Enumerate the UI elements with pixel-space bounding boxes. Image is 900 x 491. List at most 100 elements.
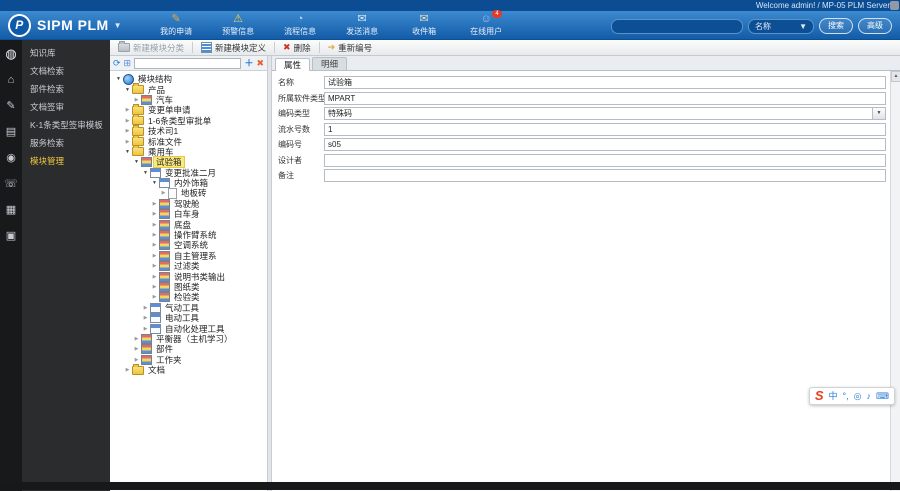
collapsed-arrow-icon[interactable]: ▶ <box>150 232 159 238</box>
collapsed-arrow-icon[interactable]: ▶ <box>150 201 159 207</box>
expanded-arrow-icon[interactable]: ▼ <box>114 76 123 82</box>
field-input[interactable]: s05 <box>324 138 886 151</box>
collapsed-arrow-icon[interactable]: ▶ <box>150 242 159 248</box>
tree-node[interactable]: ▶ 图纸类 <box>110 282 267 292</box>
scroll-up-icon[interactable]: ▲ <box>891 71 900 82</box>
header-tool-process-info[interactable]: ◔ 流程信息 <box>274 13 326 37</box>
field-input[interactable] <box>324 153 886 167</box>
collapse-all-icon[interactable]: ✖ <box>256 58 264 68</box>
collapsed-arrow-icon[interactable]: ▶ <box>141 305 150 311</box>
tree-node[interactable]: ▶ 说明书类输出 <box>110 271 267 282</box>
tree-node[interactable]: ▼ 内外饰箱 <box>110 178 267 189</box>
collapsed-arrow-icon[interactable]: ▶ <box>159 190 168 196</box>
tree-node[interactable]: ▶ 地板砖 <box>110 188 267 199</box>
search-scope-dropdown[interactable]: 名称 ▼ <box>748 18 814 34</box>
disc-icon[interactable]: ◉ <box>3 150 19 166</box>
collapsed-arrow-icon[interactable]: ▶ <box>132 346 141 352</box>
tree-search-input[interactable] <box>134 57 242 69</box>
header-tool-online-users[interactable]: ☺ 4 在线用户 <box>460 10 512 37</box>
tree-node[interactable]: ▶ 自主管理系 <box>110 250 267 261</box>
expanded-arrow-icon[interactable]: ▼ <box>150 180 159 186</box>
collapsed-arrow-icon[interactable]: ▶ <box>123 107 132 113</box>
window-control-button[interactable] <box>890 1 899 10</box>
refresh-icon[interactable]: ⟳ <box>113 58 121 68</box>
collapsed-arrow-icon[interactable]: ▶ <box>132 97 141 103</box>
renumber-button[interactable]: ➔ 重新编号 <box>324 41 377 54</box>
collapsed-arrow-icon[interactable]: ▶ <box>123 367 132 373</box>
collapsed-arrow-icon[interactable]: ▶ <box>123 128 132 134</box>
punctuation-icon[interactable]: °, <box>843 389 849 403</box>
sidebar-item[interactable]: K-1条类型签审模板 <box>22 117 110 133</box>
collapsed-arrow-icon[interactable]: ▶ <box>132 336 141 342</box>
sidebar-item[interactable]: 文档签审 <box>22 99 110 115</box>
collapsed-arrow-icon[interactable]: ▶ <box>150 222 159 228</box>
tree-node[interactable]: ▶ 平衡器（主机学习） <box>110 333 267 344</box>
keyboard-icon[interactable]: ⌨ <box>876 389 889 403</box>
collapsed-arrow-icon[interactable]: ▶ <box>132 357 141 363</box>
tree-node[interactable]: ▶ 检验类 <box>110 292 267 303</box>
vertical-scrollbar[interactable]: ▲ <box>890 71 900 491</box>
header-tool-alert-info[interactable]: ⚠ 预警信息 <box>212 13 264 37</box>
search-button[interactable]: 搜索 <box>819 18 853 34</box>
field-input[interactable]: 试验箱 <box>324 76 886 89</box>
collapsed-arrow-icon[interactable]: ▶ <box>150 284 159 290</box>
layers-icon[interactable]: ▤ <box>3 124 19 140</box>
tree-node[interactable]: ▶ 底盘 <box>110 219 267 230</box>
new-module-definition-button[interactable]: 新建模块定义 <box>197 41 270 54</box>
collapsed-arrow-icon[interactable]: ▶ <box>123 139 132 145</box>
collapsed-arrow-icon[interactable]: ▶ <box>123 118 132 124</box>
expand-all-icon[interactable]: ＋ <box>244 58 253 68</box>
collapsed-arrow-icon[interactable]: ▶ <box>150 211 159 217</box>
chinese-mode-icon[interactable]: 中 <box>829 389 838 403</box>
sidebar-item[interactable]: 部件检索 <box>22 81 110 97</box>
field-input[interactable]: MPART <box>324 91 886 105</box>
global-search-input[interactable] <box>611 18 743 34</box>
edit-icon[interactable]: ✎ <box>3 98 19 114</box>
tab-明细[interactable]: 明细 <box>312 57 348 70</box>
sogou-logo-icon[interactable]: S <box>815 389 824 403</box>
tree-node[interactable]: ▶ 电动工具 <box>110 313 267 324</box>
home-icon[interactable]: ⌂ <box>3 72 19 88</box>
collapsed-arrow-icon[interactable]: ▶ <box>150 253 159 259</box>
monitor-icon[interactable]: ▣ <box>3 228 19 244</box>
field-select[interactable]: 特殊码 ▼ <box>324 107 886 120</box>
tree-node[interactable]: ▶ 气动工具 <box>110 302 267 313</box>
collapsed-arrow-icon[interactable]: ▶ <box>141 315 150 321</box>
expanded-arrow-icon[interactable]: ▼ <box>132 159 141 165</box>
collapsed-arrow-icon[interactable]: ▶ <box>150 274 159 280</box>
sidebar-item[interactable]: 知识库 <box>22 45 110 61</box>
expanded-arrow-icon[interactable]: ▼ <box>123 87 132 93</box>
expanded-arrow-icon[interactable]: ▼ <box>123 149 132 155</box>
tree-node[interactable]: ▶ 驾驶舱 <box>110 198 267 209</box>
tree-node[interactable]: ▶ 空调系统 <box>110 240 267 251</box>
book-icon[interactable]: ▦ <box>3 202 19 218</box>
tree-node[interactable]: ▶ 白车身 <box>110 209 267 220</box>
locate-node-icon[interactable]: ⊞ <box>124 58 132 68</box>
tree-node[interactable]: ▼ 乘用车 <box>110 145 267 157</box>
tree-node[interactable]: ▶ 部件 <box>110 344 267 355</box>
emoji-icon[interactable]: ◎ <box>854 389 862 403</box>
mic-icon[interactable]: ♪ <box>867 389 872 403</box>
header-tool-inbox[interactable]: ✉ 收件箱 <box>398 13 450 37</box>
tree-node[interactable]: ▶ 操作臂系统 <box>110 230 267 241</box>
delete-button[interactable]: ✖ 删除 <box>279 41 315 54</box>
tree-node[interactable]: ▼ 变更批准二月 <box>110 167 267 178</box>
tree-node[interactable]: ▶ 文档 <box>110 363 267 375</box>
field-input[interactable] <box>324 169 886 182</box>
expanded-arrow-icon[interactable]: ▼ <box>141 170 150 176</box>
tree-node[interactable]: ▶ 过滤类 <box>110 261 267 272</box>
collapsed-arrow-icon[interactable]: ▶ <box>150 294 159 300</box>
sidebar-item[interactable]: 模块管理 <box>22 153 110 169</box>
header-tool-send-message[interactable]: ✉ 发送消息 <box>336 13 388 37</box>
tree-node[interactable]: ▶ 自动化处理工具 <box>110 323 267 334</box>
sidebar-item[interactable]: 服务检索 <box>22 135 110 151</box>
phone-icon[interactable]: ☏ <box>3 176 19 192</box>
tab-属性[interactable]: 属性 <box>275 58 311 71</box>
app-logo[interactable]: P SIPM PLM ▼ <box>8 13 122 37</box>
tree-node[interactable]: ▼ 产品 <box>110 83 267 95</box>
header-tool-my-requests[interactable]: ✎ 我的申请 <box>150 13 202 37</box>
collapsed-arrow-icon[interactable]: ▶ <box>141 326 150 332</box>
tree-node[interactable]: ▼ 试验箱 <box>110 156 267 169</box>
collapsed-arrow-icon[interactable]: ▶ <box>150 263 159 269</box>
advanced-search-button[interactable]: 高级 <box>858 18 892 34</box>
